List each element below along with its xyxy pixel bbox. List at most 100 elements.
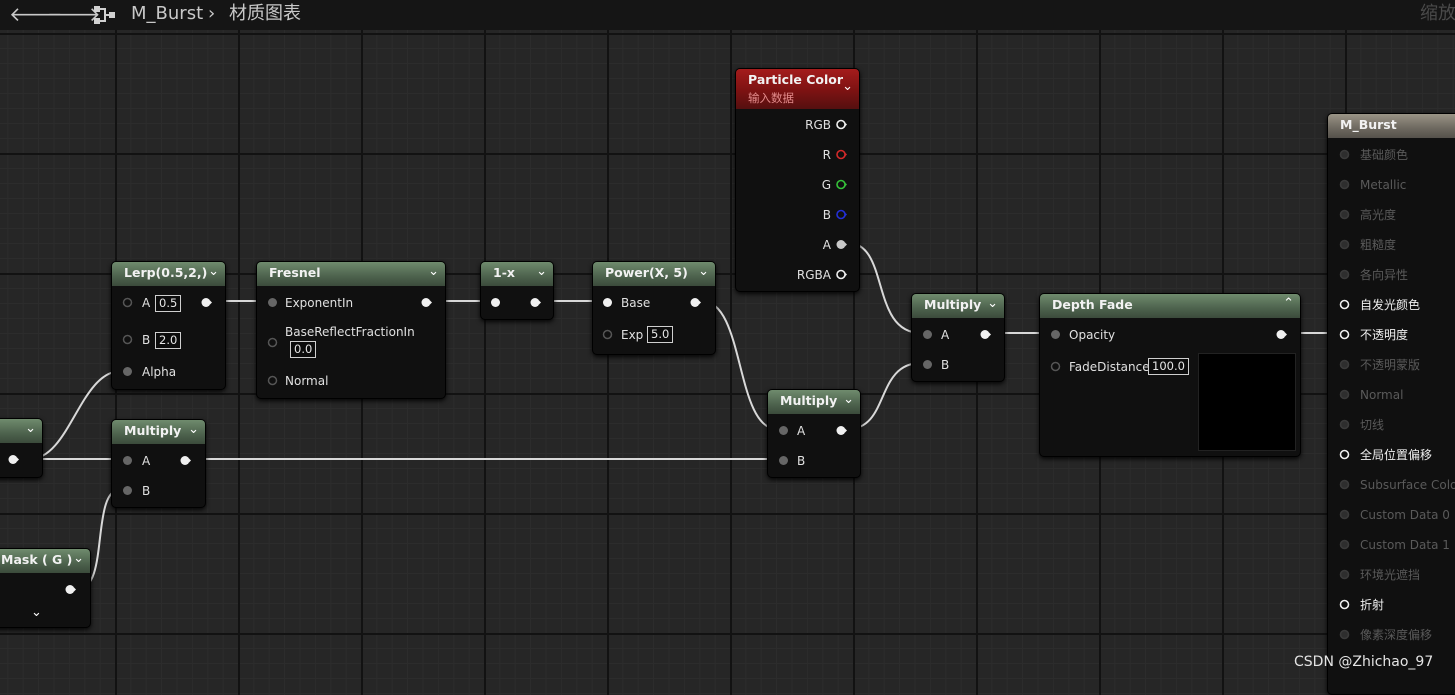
node-power[interactable]: Power(X, 5) ⌄ Base Exp 5.0: [592, 261, 716, 355]
output-pin-icon[interactable]: [836, 269, 847, 280]
node-mask-g[interactable]: Mask ( G ) ⌄ ⌄: [0, 548, 91, 628]
chevron-down-icon[interactable]: ⌄: [987, 296, 998, 311]
pin-label-b: B: [797, 454, 806, 468]
input-pin-icon[interactable]: [1339, 209, 1350, 220]
input-pin-icon[interactable]: [490, 297, 501, 308]
input-pin-icon[interactable]: [1339, 269, 1350, 280]
input-pin-icon[interactable]: [1339, 389, 1350, 400]
output-pin-icon[interactable]: [836, 239, 847, 250]
node-material-output[interactable]: M_Burst 基础颜色 Metallic 高光度 粗糙度 各向异性 自发光颜色 不透明度不…: [1327, 113, 1455, 695]
output-pin-label: 折射: [1360, 598, 1385, 612]
pin-label-alpha: Alpha: [142, 365, 177, 379]
chevron-down-icon[interactable]: ⌄: [698, 264, 709, 279]
pin-label-b: B: [822, 208, 831, 222]
pin-label-base: Base: [621, 296, 651, 310]
chevron-down-icon[interactable]: ⌄: [208, 264, 219, 279]
expand-chevron-icon[interactable]: ⌄: [31, 605, 42, 620]
input-pin-icon[interactable]: [1339, 539, 1350, 550]
output-pin-label: 不透明度: [1360, 328, 1409, 342]
input-pin-icon[interactable]: [922, 329, 933, 340]
power-exp-value[interactable]: 5.0: [647, 326, 674, 343]
output-pin-icon[interactable]: [836, 425, 847, 436]
output-pin-icon[interactable]: [836, 179, 847, 190]
node-lerp[interactable]: Lerp(0.5,2,) ⌄ A 0.5 B 2.0 Alpha: [111, 261, 226, 390]
input-pin-icon[interactable]: [778, 455, 789, 466]
chevron-down-icon[interactable]: ⌄: [188, 422, 199, 437]
input-pin-icon[interactable]: [122, 485, 133, 496]
input-pin-icon[interactable]: [778, 425, 789, 436]
input-pin-icon[interactable]: [1050, 329, 1061, 340]
chevron-down-icon[interactable]: ⌄: [428, 264, 439, 279]
pin-label-b: B: [142, 333, 151, 347]
lerp-b-value[interactable]: 2.0: [155, 332, 182, 349]
output-pin-label: Custom Data 0: [1360, 508, 1450, 522]
output-pin-label: Custom Data 1: [1360, 538, 1450, 552]
input-pin-icon[interactable]: [122, 455, 133, 466]
node-depth-fade[interactable]: Depth Fade ⌃ Opacity FadeDistance 100.0: [1039, 293, 1301, 457]
output-pin-icon[interactable]: [836, 209, 847, 220]
node-multiply-middle[interactable]: Multiply ⌄ A B: [767, 389, 861, 478]
node-fresnel[interactable]: Fresnel ⌄ ExponentIn BaseReflectFraction…: [256, 261, 446, 399]
input-pin-icon[interactable]: [1339, 449, 1350, 460]
node-multiply-right[interactable]: Multiply ⌄ A B: [911, 293, 1005, 382]
pin-label-g: G: [821, 178, 831, 192]
pin-label-a: A: [797, 424, 806, 438]
input-pin-icon[interactable]: [1339, 419, 1350, 430]
input-pin-icon[interactable]: [1050, 361, 1061, 372]
output-pin-icon[interactable]: [530, 297, 541, 308]
node-source-partial[interactable]: ⌄: [0, 418, 43, 478]
input-pin-icon[interactable]: [1339, 359, 1350, 370]
output-pin-icon[interactable]: [180, 455, 191, 466]
input-pin-icon[interactable]: [1339, 569, 1350, 580]
input-pin-icon[interactable]: [1339, 599, 1350, 610]
input-pin-icon[interactable]: [1339, 329, 1350, 340]
output-pin-label: Subsurface Color: [1360, 478, 1455, 492]
output-pin-icon[interactable]: [8, 454, 19, 465]
preview-thumbnail: [1198, 353, 1296, 451]
input-pin-icon[interactable]: [1339, 149, 1350, 160]
fade-distance-value[interactable]: 100.0: [1148, 358, 1189, 375]
output-pin-icon[interactable]: [421, 297, 432, 308]
input-pin-icon[interactable]: [267, 375, 278, 386]
input-pin-icon[interactable]: [122, 297, 133, 308]
node-title: Mask ( G ): [1, 552, 73, 567]
chevron-down-icon[interactable]: ⌄: [73, 551, 84, 566]
output-pin-icon[interactable]: [65, 584, 76, 595]
node-title: Lerp(0.5,2,): [124, 265, 208, 280]
input-pin-icon[interactable]: [602, 297, 613, 308]
output-pin-label: 不透明蒙版: [1360, 358, 1421, 372]
input-pin-icon[interactable]: [1339, 509, 1350, 520]
output-pin-icon[interactable]: [1276, 329, 1287, 340]
input-pin-icon[interactable]: [267, 337, 278, 348]
input-pin-icon[interactable]: [602, 329, 613, 340]
input-pin-icon[interactable]: [267, 297, 278, 308]
chevron-down-icon[interactable]: ⌄: [536, 264, 547, 279]
output-pin-icon[interactable]: [836, 149, 847, 160]
input-pin-icon[interactable]: [922, 359, 933, 370]
chevron-down-icon[interactable]: ⌄: [25, 421, 36, 436]
chevron-up-icon[interactable]: ⌃: [1283, 296, 1294, 311]
input-pin-icon[interactable]: [1339, 299, 1350, 310]
output-pin-label: 粗糙度: [1360, 238, 1397, 252]
pin-label-fade-distance: FadeDistance: [1069, 360, 1150, 374]
fresnel-base-reflect-value[interactable]: 0.0: [290, 341, 317, 358]
chevron-down-icon[interactable]: ⌄: [843, 392, 854, 407]
lerp-a-value[interactable]: 0.5: [155, 295, 182, 312]
output-pin-icon[interactable]: [201, 297, 212, 308]
input-pin-icon[interactable]: [1339, 479, 1350, 490]
input-pin-icon[interactable]: [1339, 239, 1350, 250]
input-pin-icon[interactable]: [1339, 179, 1350, 190]
node-one-minus[interactable]: 1-x ⌄: [480, 261, 554, 320]
node-particle-color[interactable]: Particle Color 输入数据 ⌄ RGB R G B A RGBA: [735, 68, 860, 292]
input-pin-icon[interactable]: [122, 366, 133, 377]
output-pin-icon[interactable]: [690, 297, 701, 308]
pin-label-a: A: [822, 238, 831, 252]
node-title: Fresnel: [269, 265, 321, 280]
watermark: CSDN @Zhichao_97: [1294, 654, 1434, 670]
node-multiply-left[interactable]: Multiply ⌄ A B: [111, 419, 206, 508]
output-pin-icon[interactable]: [980, 329, 991, 340]
output-pin-icon[interactable]: [836, 119, 847, 130]
input-pin-icon[interactable]: [122, 334, 133, 345]
input-pin-icon[interactable]: [1339, 629, 1350, 640]
chevron-down-icon[interactable]: ⌄: [842, 79, 853, 94]
